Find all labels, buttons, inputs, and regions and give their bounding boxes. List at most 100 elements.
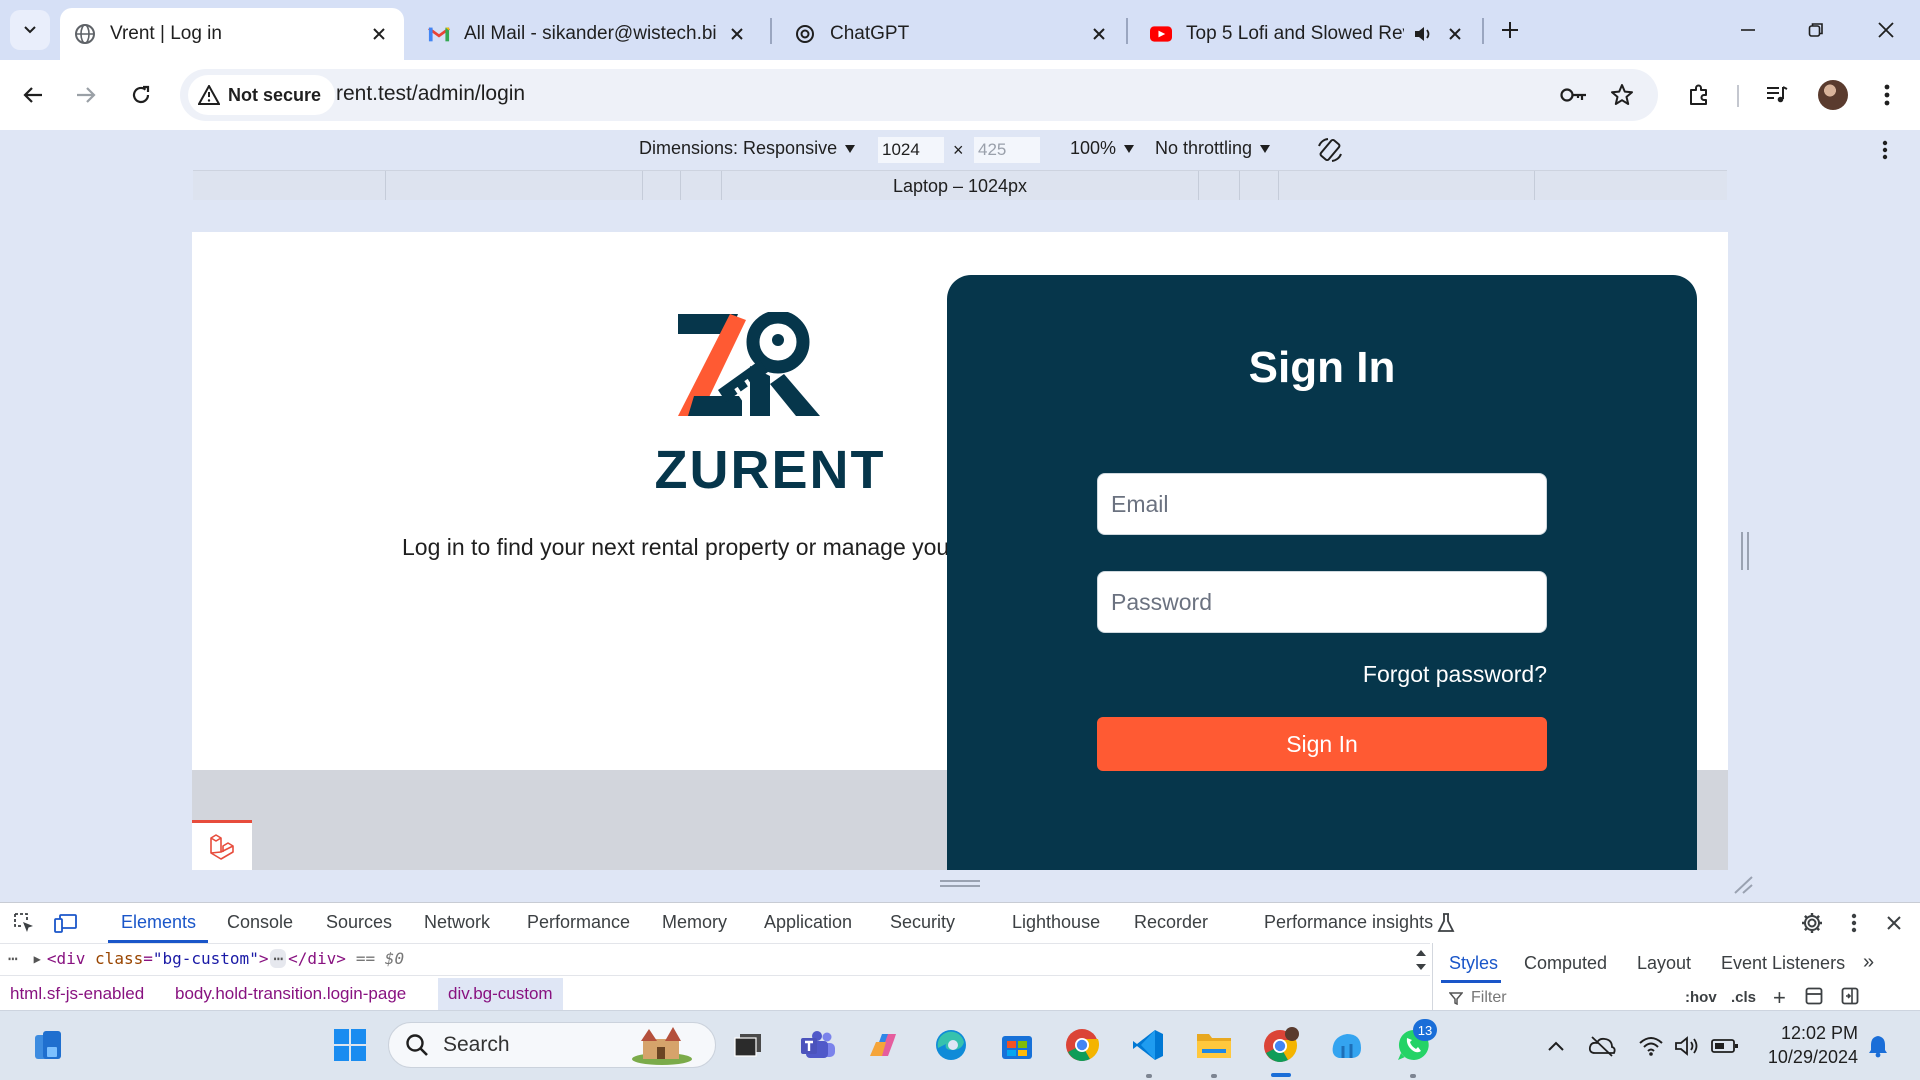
vscode-icon[interactable]: [1128, 1025, 1168, 1065]
viewport-resize-handle-bottom[interactable]: [940, 880, 980, 887]
chrome-icon[interactable]: [1062, 1025, 1102, 1065]
window-close-button[interactable]: [1864, 10, 1908, 50]
devtools-menu-icon[interactable]: [1842, 911, 1866, 935]
minimize-button[interactable]: [1726, 10, 1770, 50]
chevron-double-right-icon[interactable]: »: [1863, 951, 1874, 974]
devtools-tab-security[interactable]: Security: [890, 912, 955, 933]
side-tab-styles[interactable]: Styles: [1449, 953, 1498, 974]
devtools-tab-recorder[interactable]: Recorder: [1134, 912, 1208, 933]
rotate-button[interactable]: [1316, 136, 1344, 164]
devtools-tab-network[interactable]: Network: [424, 912, 490, 933]
onedrive-offline-icon[interactable]: [1588, 1033, 1616, 1059]
chrome-profile-icon[interactable]: [1261, 1025, 1301, 1065]
triangle-right-icon[interactable]: ▶: [34, 952, 41, 966]
speaker-icon[interactable]: [1412, 23, 1434, 45]
notification-bell-icon[interactable]: [1864, 1033, 1892, 1059]
device-toolbar-menu[interactable]: [1882, 140, 1888, 160]
tab-separator: [1126, 18, 1128, 44]
computed-sidebar-icon[interactable]: [1805, 987, 1823, 1010]
tab-title: ChatGPT: [830, 23, 910, 44]
new-style-rule-icon[interactable]: +: [1773, 985, 1786, 1011]
forward-button[interactable]: [65, 74, 107, 116]
devtools-tab-sources[interactable]: Sources: [326, 912, 392, 933]
copilot-icon[interactable]: [864, 1025, 904, 1065]
battery-icon[interactable]: [1711, 1033, 1739, 1059]
system-clock[interactable]: 12:02 PM 10/29/2024: [1758, 1021, 1858, 1069]
toggle-sidebar-icon[interactable]: [1841, 987, 1859, 1010]
edge-icon[interactable]: [931, 1025, 971, 1065]
throttling-dropdown[interactable]: No throttling: [1155, 138, 1271, 159]
dom-tree-selected-node[interactable]: ⋯ ▶ <div class = "bg-custom" > ⋯ </div> == $0: [0, 943, 1430, 973]
address-bar[interactable]: Not secure rent.test/admin/login: [180, 69, 1658, 121]
close-icon[interactable]: [1088, 23, 1110, 45]
media-query-bar[interactable]: Laptop – 1024px: [193, 170, 1727, 201]
extensions-button[interactable]: [1678, 74, 1720, 116]
restore-button[interactable]: [1794, 10, 1838, 50]
tab-chatgpt[interactable]: ChatGPT: [780, 8, 1124, 60]
chrome-menu-button[interactable]: [1866, 74, 1908, 116]
volume-icon[interactable]: [1673, 1033, 1701, 1059]
close-icon[interactable]: [726, 23, 748, 45]
devtools-tab-performance-insights[interactable]: Performance insights: [1264, 912, 1433, 933]
email-field[interactable]: Email: [1097, 473, 1547, 535]
close-icon[interactable]: [1444, 23, 1466, 45]
signin-button[interactable]: Sign In: [1097, 717, 1547, 771]
widgets-icon[interactable]: [28, 1025, 68, 1065]
back-button[interactable]: [12, 74, 54, 116]
devtools-tab-memory[interactable]: Memory: [662, 912, 727, 933]
rotate-icon: [1318, 138, 1342, 162]
tab-vrent-login[interactable]: Vrent | Log in: [60, 8, 404, 60]
close-icon[interactable]: [368, 23, 390, 45]
password-field[interactable]: Password: [1097, 571, 1547, 633]
viewport-resize-handle-right[interactable]: [1741, 532, 1749, 570]
side-tab-layout[interactable]: Layout: [1637, 953, 1691, 974]
breadcrumb-item-body[interactable]: body.hold-transition.login-page: [175, 984, 406, 1004]
tab-search-button[interactable]: [10, 10, 50, 50]
reload-button[interactable]: [120, 74, 162, 116]
settings-gear-icon[interactable]: [1800, 911, 1824, 935]
devtools-close-icon[interactable]: [1882, 911, 1906, 935]
inspect-element-icon[interactable]: [12, 911, 36, 935]
new-tab-button[interactable]: [1492, 12, 1528, 48]
device-mode-icon[interactable]: [54, 911, 78, 935]
laravel-debugbar-button[interactable]: [192, 820, 252, 870]
task-view-icon[interactable]: [728, 1025, 768, 1065]
dimensions-dropdown[interactable]: Dimensions: Responsive: [639, 138, 856, 159]
tray-overflow-icon[interactable]: [1542, 1033, 1570, 1059]
tab-gmail[interactable]: All Mail - sikander@wistech.biz: [414, 8, 762, 60]
devtools-tab-console[interactable]: Console: [227, 912, 293, 933]
hov-toggle[interactable]: :hov: [1685, 989, 1717, 1006]
devtools-tab-application[interactable]: Application: [764, 912, 852, 933]
cloud-app-icon[interactable]: [1327, 1025, 1367, 1065]
wifi-icon[interactable]: [1637, 1033, 1665, 1059]
height-input[interactable]: 425: [974, 137, 1040, 163]
password-key-icon[interactable]: [1556, 77, 1592, 113]
breadcrumb-item-div[interactable]: div.bg-custom: [438, 978, 563, 1010]
site-info-button[interactable]: Not secure: [188, 75, 336, 115]
windows-start-icon[interactable]: [330, 1025, 370, 1065]
dom-more-icon[interactable]: ⋯: [8, 949, 18, 968]
tab-youtube[interactable]: Top 5 Lofi and Slowed Reverb: [1136, 8, 1480, 60]
microsoft-store-icon[interactable]: [997, 1025, 1037, 1065]
width-input[interactable]: 1024: [878, 137, 944, 163]
media-control-button[interactable]: [1756, 74, 1798, 116]
cls-toggle[interactable]: .cls: [1731, 989, 1756, 1006]
devtools-tab-lighthouse[interactable]: Lighthouse: [1012, 912, 1100, 933]
side-tab-event-listeners[interactable]: Event Listeners: [1721, 953, 1845, 974]
zoom-dropdown[interactable]: 100%: [1070, 138, 1135, 159]
devtools-tab-elements[interactable]: Elements: [121, 912, 196, 933]
bookmark-star-icon[interactable]: [1604, 77, 1640, 113]
styles-filter-input[interactable]: Filter: [1449, 989, 1507, 1007]
viewport-resize-corner-icon[interactable]: [1733, 876, 1753, 894]
dom-collapsed-ellipsis[interactable]: ⋯: [270, 949, 287, 968]
devtools-tab-performance[interactable]: Performance: [527, 912, 630, 933]
url-text[interactable]: rent.test/admin/login: [336, 82, 525, 106]
file-explorer-icon[interactable]: [1194, 1025, 1234, 1065]
breadcrumb-item-html[interactable]: html.sf-js-enabled: [10, 984, 144, 1004]
forgot-password-link[interactable]: Forgot password?: [1363, 661, 1547, 688]
profile-avatar[interactable]: [1818, 80, 1848, 110]
scroll-arrows-icon[interactable]: [1414, 947, 1428, 973]
teams-icon[interactable]: [798, 1025, 838, 1065]
side-tab-computed[interactable]: Computed: [1524, 953, 1607, 974]
taskbar-search-box[interactable]: Search: [388, 1022, 716, 1068]
